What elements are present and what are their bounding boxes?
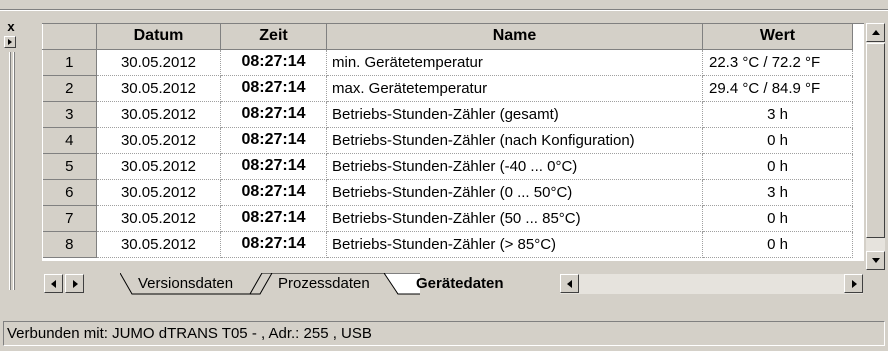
cell-wert[interactable]: 3 h [702, 179, 853, 206]
table-row[interactable]: 6 30.05.2012 08:27:14 Betriebs-Stunden-Zähl… [42, 179, 853, 206]
tab-geraetedaten[interactable]: Gerätedaten [410, 273, 510, 295]
cell-name[interactable]: Betriebs-Stunden-Zähler (> 85°C) [326, 231, 703, 258]
table-row[interactable]: 4 30.05.2012 08:27:14 Betriebs-Stunden-Zähl… [42, 127, 853, 154]
cell-datum[interactable]: 30.05.2012 [96, 153, 221, 180]
cell-zeit[interactable]: 08:27:14 [220, 127, 327, 154]
cell-datum[interactable]: 30.05.2012 [96, 127, 221, 154]
vertical-scrollbar[interactable] [866, 23, 885, 270]
scroll-left-icon[interactable] [560, 274, 579, 293]
cell-name[interactable]: Betriebs-Stunden-Zähler (gesamt) [326, 101, 703, 128]
cell-wert[interactable]: 0 h [702, 231, 853, 258]
tab-next-icon[interactable] [65, 274, 84, 293]
table-row[interactable]: 5 30.05.2012 08:27:14 Betriebs-Stunden-Zähl… [42, 153, 853, 180]
cell-datum[interactable]: 30.05.2012 [96, 75, 221, 102]
row-header-corner[interactable] [42, 24, 97, 50]
row-number[interactable]: 2 [42, 75, 97, 102]
cell-name[interactable]: Betriebs-Stunden-Zähler (0 ... 50°C) [326, 179, 703, 206]
row-number[interactable]: 3 [42, 101, 97, 128]
table-row[interactable]: 8 30.05.2012 08:27:14 Betriebs-Stunden-Zähl… [42, 231, 853, 258]
data-table: Datum Zeit Name Wert 1 30.05.2012 08:27:14… [42, 24, 853, 258]
cell-wert[interactable]: 0 h [702, 205, 853, 232]
data-grid: Datum Zeit Name Wert 1 30.05.2012 08:27:14… [42, 23, 864, 261]
cell-wert[interactable]: 29.4 °C / 84.9 °F [702, 75, 853, 102]
cell-datum[interactable]: 30.05.2012 [96, 49, 221, 76]
cell-wert[interactable]: 3 h [702, 101, 853, 128]
cell-zeit[interactable]: 08:27:14 [220, 179, 327, 206]
row-number[interactable]: 7 [42, 205, 97, 232]
window-top-border [0, 9, 888, 11]
cell-name[interactable]: Betriebs-Stunden-Zähler (50 ... 85°C) [326, 205, 703, 232]
splitter-line [13, 52, 15, 290]
cell-zeit[interactable]: 08:27:14 [220, 205, 327, 232]
cell-zeit[interactable]: 08:27:14 [220, 153, 327, 180]
horizontal-scrollbar[interactable] [560, 274, 863, 294]
close-icon[interactable]: x [4, 20, 18, 34]
cell-wert[interactable]: 22.3 °C / 72.2 °F [702, 49, 853, 76]
cell-zeit[interactable]: 08:27:14 [220, 49, 327, 76]
window-top-edge [0, 0, 888, 6]
table-row[interactable]: 3 30.05.2012 08:27:14 Betriebs-Stunden-Zähl… [42, 101, 853, 128]
cell-wert[interactable]: 0 h [702, 127, 853, 154]
column-header-zeit[interactable]: Zeit [220, 24, 327, 50]
arrow-right-icon[interactable] [4, 36, 16, 48]
cell-datum[interactable]: 30.05.2012 [96, 205, 221, 232]
left-frame [3, 16, 19, 293]
table-row[interactable]: 7 30.05.2012 08:27:14 Betriebs-Stunden-Zähl… [42, 205, 853, 232]
splitter-line [9, 52, 11, 290]
status-bar: Verbunden mit: JUMO dTRANS T05 - , Adr.:… [3, 321, 885, 346]
cell-wert[interactable]: 0 h [702, 153, 853, 180]
row-number[interactable]: 6 [42, 179, 97, 206]
cell-zeit[interactable]: 08:27:14 [220, 75, 327, 102]
cell-name[interactable]: max. Gerätetemperatur [326, 75, 703, 102]
row-number[interactable]: 8 [42, 231, 97, 258]
cell-name[interactable]: min. Gerätetemperatur [326, 49, 703, 76]
cell-datum[interactable]: 30.05.2012 [96, 101, 221, 128]
header-row: Datum Zeit Name Wert [42, 24, 853, 50]
cell-datum[interactable]: 30.05.2012 [96, 179, 221, 206]
tab-prev-icon[interactable] [44, 274, 63, 293]
tab-versionsdaten[interactable]: Versionsdaten [132, 273, 239, 295]
column-header-name[interactable]: Name [326, 24, 703, 50]
scroll-down-icon[interactable] [866, 251, 885, 270]
cell-datum[interactable]: 30.05.2012 [96, 231, 221, 258]
sheet-tabs: Versionsdaten Prozessdaten Gerätedaten [42, 273, 865, 295]
row-number[interactable]: 4 [42, 127, 97, 154]
column-header-datum[interactable]: Datum [96, 24, 221, 50]
tab-prozessdaten[interactable]: Prozessdaten [272, 273, 376, 295]
row-number[interactable]: 1 [42, 49, 97, 76]
cell-name[interactable]: Betriebs-Stunden-Zähler (nach Konfigurat… [326, 127, 703, 154]
column-header-wert[interactable]: Wert [702, 24, 853, 50]
row-number[interactable]: 5 [42, 153, 97, 180]
table-row[interactable]: 1 30.05.2012 08:27:14 min. Gerätetemperatur… [42, 49, 853, 76]
cell-zeit[interactable]: 08:27:14 [220, 231, 327, 258]
table-row[interactable]: 2 30.05.2012 08:27:14 max. Gerätetemperatur… [42, 75, 853, 102]
scroll-up-icon[interactable] [866, 23, 885, 42]
scrollbar-thumb[interactable] [866, 43, 885, 238]
scroll-right-icon[interactable] [844, 274, 863, 293]
cell-name[interactable]: Betriebs-Stunden-Zähler (-40 ... 0°C) [326, 153, 703, 180]
cell-zeit[interactable]: 08:27:14 [220, 101, 327, 128]
